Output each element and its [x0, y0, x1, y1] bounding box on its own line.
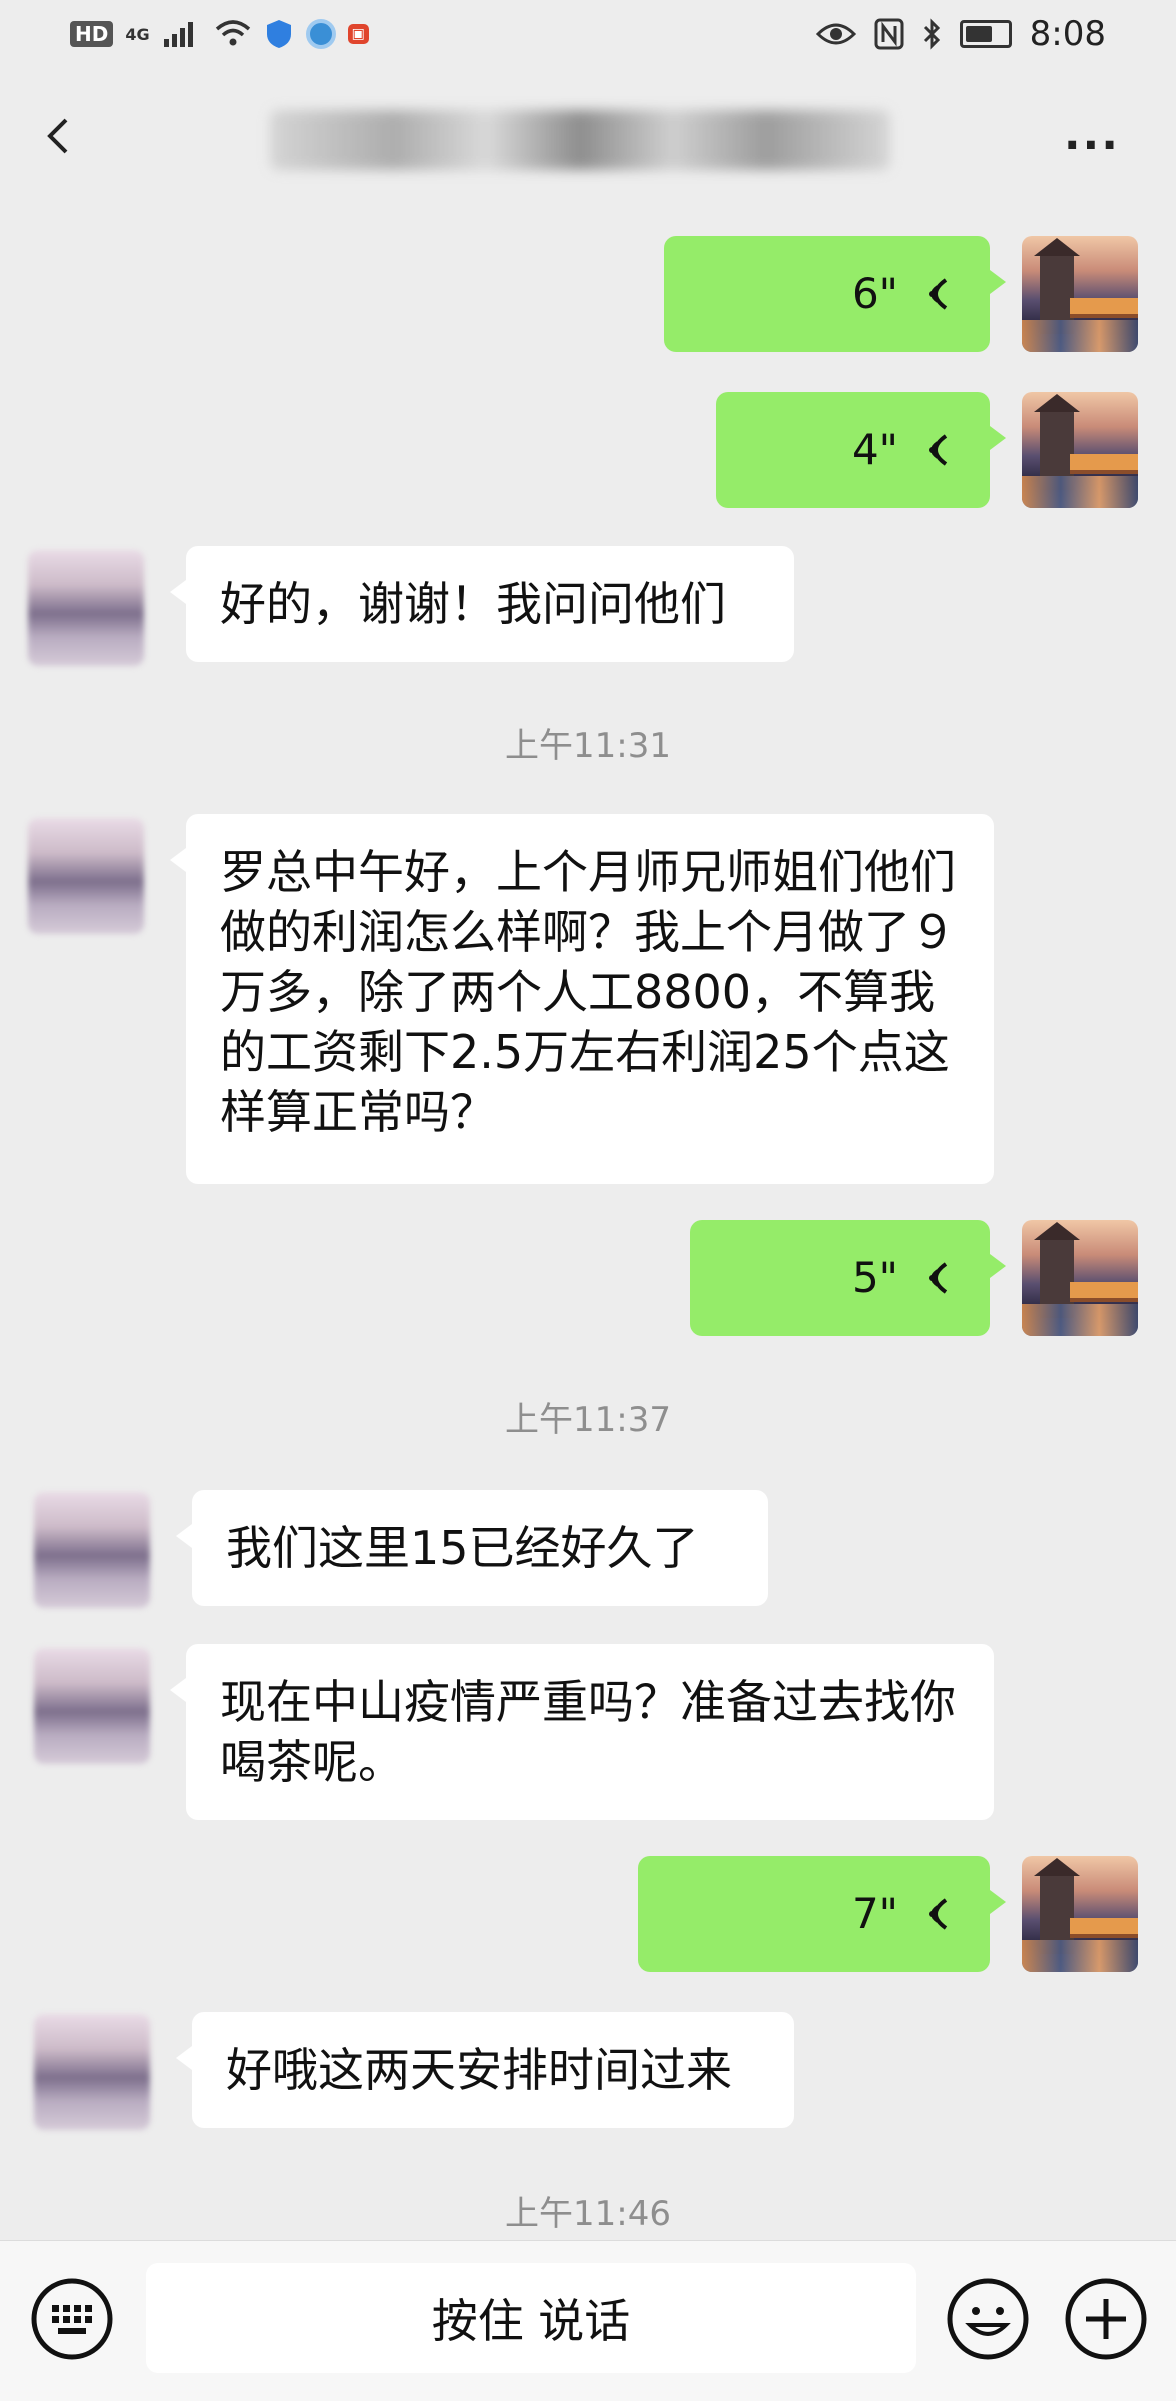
input-bar: 按住 说话: [0, 2240, 1176, 2401]
voice-wave-icon: [929, 1262, 948, 1294]
voice-message-bubble[interactable]: 7": [638, 1856, 1006, 1972]
self-avatar[interactable]: [1022, 1220, 1138, 1336]
eye-icon: [815, 23, 856, 45]
contact-avatar[interactable]: [28, 550, 144, 666]
self-avatar[interactable]: [1022, 236, 1138, 352]
hold-to-talk-button[interactable]: 按住 说话: [146, 2263, 916, 2373]
text-message-bubble[interactable]: 好的，谢谢！我问问他们: [170, 546, 794, 662]
text-message-bubble[interactable]: 我们这里15已经好久了: [176, 1490, 768, 1606]
nfc-icon: [874, 18, 904, 50]
app-icon: [305, 19, 336, 49]
contact-avatar[interactable]: [34, 1648, 150, 1764]
message-timestamp: 上午11:31: [505, 726, 671, 766]
voice-message-bubble[interactable]: 5": [690, 1220, 1006, 1336]
more-button[interactable]: ···: [1064, 120, 1120, 171]
text-message-bubble[interactable]: 罗总中午好，上个月师兄师姐们他们做的利润怎么样啊？我上个月做了９万多，除了两个人…: [170, 814, 994, 1184]
voice-duration: 6": [851, 269, 898, 318]
bluetooth-icon: [923, 18, 940, 50]
text-message-bubble[interactable]: 好哦这两天安排时间过来: [176, 2012, 794, 2128]
contact-avatar[interactable]: [34, 1492, 150, 1608]
bank-app-icon: ▣: [347, 24, 369, 44]
battery-icon: [959, 20, 1012, 48]
status-bar: HD 4G ▣ 8:08: [0, 0, 1176, 72]
emoji-icon[interactable]: [946, 2277, 1030, 2361]
back-arrow-icon[interactable]: [40, 118, 76, 154]
voice-duration: 4": [851, 425, 898, 474]
voice-message-bubble[interactable]: 6": [664, 236, 1006, 352]
voice-duration: 5": [851, 1253, 898, 1302]
network-label: 4G: [125, 24, 150, 44]
voice-wave-icon: [929, 434, 948, 466]
message-timestamp: 上午11:37: [505, 1400, 671, 1440]
chat-title: [270, 110, 890, 170]
voice-duration: 7": [851, 1889, 898, 1938]
self-avatar[interactable]: [1022, 1856, 1138, 1972]
contact-avatar[interactable]: [28, 818, 144, 934]
keyboard-icon[interactable]: [30, 2277, 114, 2361]
shield-icon: [266, 20, 291, 48]
voice-message-bubble[interactable]: 4": [716, 392, 1006, 508]
plus-icon[interactable]: [1064, 2277, 1148, 2361]
signal-icon: [163, 22, 193, 47]
voice-wave-icon: [929, 278, 948, 310]
self-avatar[interactable]: [1022, 392, 1138, 508]
message-timestamp: 上午11:46: [505, 2194, 671, 2234]
wifi-icon: [215, 20, 250, 46]
voice-wave-icon: [929, 1898, 948, 1930]
hd-icon: HD: [70, 21, 114, 47]
status-time: 8:08: [1029, 14, 1106, 54]
text-message-bubble[interactable]: 现在中山疫情严重吗？准备过去找你喝茶呢。: [170, 1644, 994, 1820]
contact-avatar[interactable]: [34, 2014, 150, 2130]
